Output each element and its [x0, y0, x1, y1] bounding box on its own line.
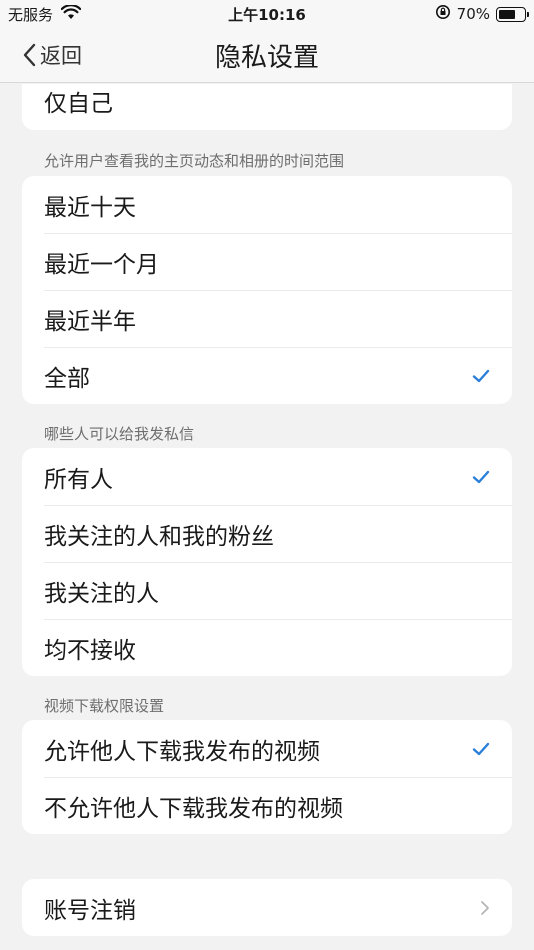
option-last-half-year[interactable]: 最近半年 [22, 290, 512, 347]
nav-bar: 返回 隐私设置 [0, 28, 534, 83]
visibility-card: 仅自己 [22, 84, 512, 130]
option-following[interactable]: 我关注的人 [22, 562, 512, 619]
status-right: 70% [435, 4, 529, 24]
section-header-time-range: 允许用户查看我的主页动态和相册的时间范围 [44, 152, 345, 170]
option-disallow-download[interactable]: 不允许他人下载我发布的视频 [22, 777, 512, 834]
option-last-month[interactable]: 最近一个月 [22, 233, 512, 290]
checkmark-icon [472, 470, 490, 483]
time-range-card: 最近十天 最近一个月 最近半年 全部 [22, 176, 512, 404]
account-cancel-row[interactable]: 账号注销 [22, 879, 512, 936]
video-download-card: 允许他人下载我发布的视频 不允许他人下载我发布的视频 [22, 720, 512, 834]
option-none[interactable]: 均不接收 [22, 619, 512, 676]
battery-percent: 70% [456, 5, 490, 23]
status-bar: 无服务 上午10:16 70% [0, 0, 534, 28]
option-everyone[interactable]: 所有人 [22, 448, 512, 505]
option-last-ten-days[interactable]: 最近十天 [22, 176, 512, 233]
page-title: 隐私设置 [214, 43, 319, 73]
chevron-right-icon [481, 900, 489, 915]
option-label: 所有人 [44, 466, 113, 493]
battery-icon [496, 6, 529, 22]
option-label: 不允许他人下载我发布的视频 [44, 795, 343, 822]
section-header-video-download: 视频下载权限设置 [44, 697, 165, 715]
section-header-private-message: 哪些人可以给我发私信 [44, 425, 195, 443]
option-label: 最近一个月 [44, 251, 159, 278]
private-message-card: 所有人 我关注的人和我的粉丝 我关注的人 均不接收 [22, 448, 512, 676]
option-following-and-fans[interactable]: 我关注的人和我的粉丝 [22, 505, 512, 562]
option-label: 全部 [44, 365, 90, 392]
option-label: 允许他人下载我发布的视频 [44, 738, 320, 765]
option-all[interactable]: 全部 [22, 347, 512, 404]
battery-fill [499, 9, 516, 19]
option-label: 最近十天 [44, 194, 136, 221]
account-card: 账号注销 [22, 879, 512, 936]
checkmark-icon [472, 742, 490, 755]
rotation-lock-icon [435, 4, 451, 24]
option-label: 我关注的人 [44, 580, 159, 607]
option-label: 我关注的人和我的粉丝 [44, 523, 274, 550]
option-allow-download[interactable]: 允许他人下载我发布的视频 [22, 720, 512, 777]
option-label: 均不接收 [44, 637, 136, 664]
option-label: 仅自己 [44, 91, 113, 117]
account-cancel-label: 账号注销 [44, 897, 136, 924]
option-only-me[interactable]: 仅自己 [22, 84, 512, 120]
checkmark-icon [472, 369, 490, 382]
option-label: 最近半年 [44, 308, 136, 335]
